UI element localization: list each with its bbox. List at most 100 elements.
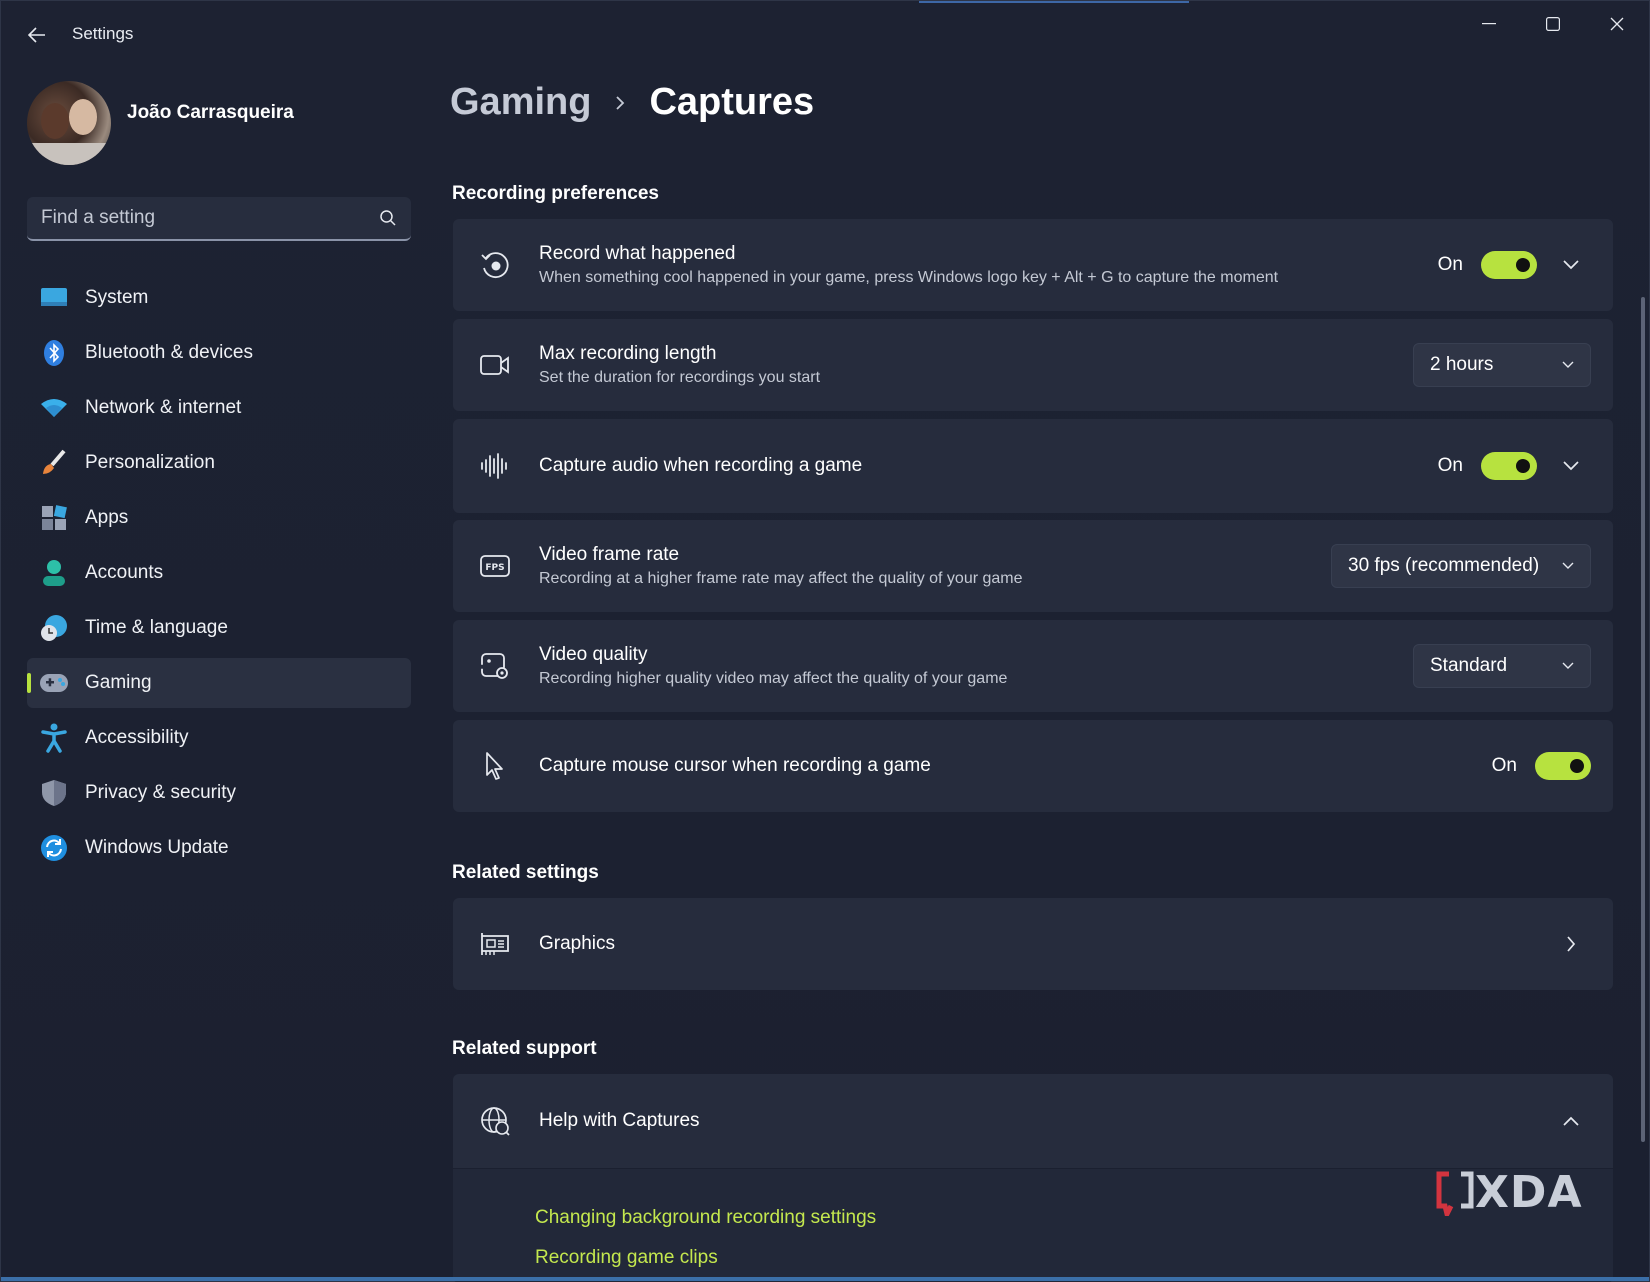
person-icon bbox=[39, 558, 69, 588]
minimize-button[interactable] bbox=[1463, 9, 1515, 39]
user-profile[interactable]: João Carrasqueira bbox=[27, 81, 294, 165]
sidebar-item-label: Bluetooth & devices bbox=[85, 342, 253, 363]
breadcrumb-parent[interactable]: Gaming bbox=[450, 81, 591, 124]
section-title-related-settings: Related settings bbox=[452, 862, 599, 883]
profile-name: João Carrasqueira bbox=[127, 102, 294, 123]
apps-icon bbox=[39, 503, 69, 533]
sidebar-item-label: Windows Update bbox=[85, 837, 229, 858]
chevron-up-icon bbox=[1563, 1116, 1579, 1126]
close-icon bbox=[1610, 17, 1624, 31]
sidebar-item-label: System bbox=[85, 287, 149, 308]
video-frame-rate-dropdown[interactable]: 30 fps (recommended) bbox=[1331, 544, 1591, 588]
chevron-down-icon bbox=[1563, 260, 1579, 270]
minimize-icon bbox=[1482, 23, 1496, 25]
video-quality-dropdown[interactable]: Standard bbox=[1413, 644, 1591, 688]
toggle-state-label: On bbox=[1437, 254, 1463, 275]
brush-icon bbox=[39, 448, 69, 478]
record-what-happened-toggle[interactable] bbox=[1481, 251, 1537, 279]
setting-title: Capture mouse cursor when recording a ga… bbox=[539, 755, 931, 776]
page-title: Captures bbox=[649, 81, 815, 123]
sidebar-nav: System Bluetooth & devices Network & int… bbox=[27, 273, 411, 878]
sidebar-item-label: Personalization bbox=[85, 452, 215, 473]
sidebar-item-privacy[interactable]: Privacy & security bbox=[27, 768, 411, 818]
search-input[interactable]: Find a setting bbox=[41, 207, 379, 229]
expand-button[interactable] bbox=[1551, 245, 1591, 285]
app-title: Settings bbox=[72, 24, 134, 43]
chevron-down-icon bbox=[1563, 461, 1579, 471]
sidebar-item-apps[interactable]: Apps bbox=[27, 493, 411, 543]
sidebar-item-label: Gaming bbox=[85, 672, 152, 693]
graphics-card-icon bbox=[475, 924, 515, 964]
setting-title: Help with Captures bbox=[539, 1110, 700, 1131]
capture-audio-toggle[interactable] bbox=[1481, 452, 1537, 480]
chevron-right-icon bbox=[615, 95, 625, 111]
sidebar-item-label: Accessibility bbox=[85, 727, 189, 748]
setting-title: Graphics bbox=[539, 933, 616, 954]
dropdown-value: Standard bbox=[1430, 655, 1508, 676]
setting-capture-mouse-cursor: Capture mouse cursor when recording a ga… bbox=[453, 720, 1613, 812]
section-title-recording: Recording preferences bbox=[452, 183, 659, 204]
sidebar-item-gaming[interactable]: Gaming bbox=[27, 658, 411, 708]
maximize-icon bbox=[1546, 17, 1560, 31]
sidebar-item-label: Time & language bbox=[85, 617, 228, 638]
svg-text:FPS: FPS bbox=[485, 563, 504, 573]
xda-watermark: XDA bbox=[1435, 1167, 1583, 1218]
globe-clock-icon bbox=[39, 613, 69, 643]
help-with-captures[interactable]: Help with Captures bbox=[453, 1074, 1613, 1168]
help-link-recording-clips[interactable]: Recording game clips bbox=[535, 1247, 718, 1269]
sidebar-item-accounts[interactable]: Accounts bbox=[27, 548, 411, 598]
maximize-button[interactable] bbox=[1527, 9, 1579, 39]
sidebar-item-system[interactable]: System bbox=[27, 273, 411, 323]
xda-watermark-text: XDA bbox=[1475, 1167, 1583, 1218]
audio-waveform-icon bbox=[475, 446, 515, 486]
sidebar-item-time-language[interactable]: Time & language bbox=[27, 603, 411, 653]
close-button[interactable] bbox=[1591, 9, 1643, 39]
setting-title: Video quality bbox=[539, 644, 648, 665]
max-recording-length-dropdown[interactable]: 2 hours bbox=[1413, 343, 1591, 387]
sidebar-item-bluetooth[interactable]: Bluetooth & devices bbox=[27, 328, 411, 378]
gamepad-icon bbox=[39, 668, 69, 698]
setting-max-recording-length: Max recording length Set the duration fo… bbox=[453, 319, 1613, 411]
sidebar-item-network[interactable]: Network & internet bbox=[27, 383, 411, 433]
setting-description: Set the duration for recordings you star… bbox=[539, 369, 821, 386]
navigate-button[interactable] bbox=[1551, 924, 1591, 964]
setting-title: Max recording length bbox=[539, 343, 717, 364]
globe-help-icon bbox=[475, 1101, 515, 1141]
expand-button[interactable] bbox=[1551, 446, 1591, 486]
back-button[interactable] bbox=[19, 19, 55, 51]
chevron-down-icon bbox=[1562, 562, 1574, 569]
related-graphics-link[interactable]: Graphics bbox=[453, 898, 1613, 990]
shield-icon bbox=[39, 778, 69, 808]
dropdown-value: 30 fps (recommended) bbox=[1348, 555, 1540, 576]
setting-title: Capture audio when recording a game bbox=[539, 455, 863, 476]
setting-capture-audio[interactable]: Capture audio when recording a game On bbox=[453, 419, 1613, 513]
help-link-background-recording[interactable]: Changing background recording settings bbox=[535, 1207, 876, 1229]
title-bar: Settings bbox=[1, 1, 1649, 69]
avatar bbox=[27, 81, 111, 165]
scrollbar[interactable] bbox=[1641, 297, 1645, 1142]
accessibility-icon bbox=[39, 723, 69, 753]
taskbar-edge bbox=[1, 1277, 1649, 1281]
sidebar-item-windows-update[interactable]: Windows Update bbox=[27, 823, 411, 873]
search-box[interactable]: Find a setting bbox=[27, 197, 411, 241]
update-icon bbox=[39, 833, 69, 863]
sidebar-item-label: Apps bbox=[85, 507, 129, 528]
setting-description: When something cool happened in your gam… bbox=[539, 269, 1279, 286]
sidebar-item-personalization[interactable]: Personalization bbox=[27, 438, 411, 488]
search-icon bbox=[380, 210, 396, 226]
setting-title: Video frame rate bbox=[539, 544, 680, 565]
capture-mouse-toggle[interactable] bbox=[1535, 752, 1591, 780]
collapse-button[interactable] bbox=[1551, 1101, 1591, 1141]
section-title-related-support: Related support bbox=[452, 1038, 597, 1059]
mouse-cursor-icon bbox=[475, 746, 515, 786]
toggle-state-label: On bbox=[1491, 755, 1517, 776]
video-settings-icon bbox=[475, 646, 515, 686]
bluetooth-icon bbox=[39, 338, 69, 368]
setting-description: Recording higher quality video may affec… bbox=[539, 670, 1008, 687]
record-icon bbox=[475, 245, 515, 285]
dropdown-value: 2 hours bbox=[1430, 354, 1494, 375]
sidebar-item-accessibility[interactable]: Accessibility bbox=[27, 713, 411, 763]
setting-record-what-happened[interactable]: Record what happened When something cool… bbox=[453, 219, 1613, 311]
xda-logo-icon bbox=[1436, 1171, 1474, 1216]
setting-title: Record what happened bbox=[539, 243, 736, 264]
